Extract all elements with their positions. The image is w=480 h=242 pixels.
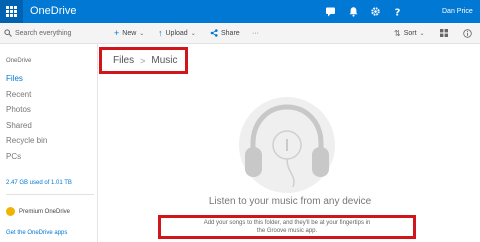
chat-icon[interactable]: [319, 0, 341, 23]
empty-state-message: Add your songs to this folder, and they'…: [158, 215, 416, 239]
empty-state-headline: Listen to your music from any device: [208, 196, 372, 207]
sort-button[interactable]: ⇅ Sort ⌄: [394, 26, 425, 40]
search-icon: [4, 29, 12, 37]
upload-button[interactable]: ↑ Upload ⌄: [158, 26, 196, 40]
more-button[interactable]: ···: [252, 26, 259, 40]
help-icon[interactable]: ?: [386, 0, 408, 23]
plus-icon: +: [114, 28, 120, 38]
app-title[interactable]: OneDrive: [30, 0, 76, 23]
sidebar-item-shared[interactable]: Shared: [0, 119, 97, 133]
sidebar-section-title: OneDrive: [6, 58, 32, 64]
view-toggle-button[interactable]: [440, 26, 448, 40]
get-apps-link[interactable]: Get the OneDrive apps: [6, 230, 67, 236]
premium-label: Premium OneDrive: [19, 208, 71, 215]
search-placeholder: Search everything: [15, 29, 72, 37]
breadcrumb: Files > Music: [99, 47, 188, 74]
breadcrumb-files[interactable]: Files: [113, 55, 134, 66]
info-icon: [463, 28, 472, 38]
share-icon: [210, 29, 218, 37]
svg-text:?: ?: [394, 7, 400, 17]
chevron-down-icon: ⌄: [419, 30, 425, 37]
sidebar-item-photos[interactable]: Photos: [0, 103, 97, 117]
gear-icon[interactable]: [364, 0, 386, 23]
command-bar: Search everything + New ⌄ ↑ Upload ⌄ Sha…: [0, 23, 480, 44]
bell-icon[interactable]: [342, 0, 364, 23]
chevron-down-icon: ⌄: [190, 30, 196, 37]
app-launcher-icon[interactable]: [0, 0, 23, 23]
sort-label: Sort: [403, 29, 417, 37]
breadcrumb-music: Music: [151, 55, 178, 66]
grid-view-icon: [440, 29, 448, 37]
upload-icon: ↑: [158, 28, 163, 38]
user-name[interactable]: Dan Price: [442, 0, 473, 23]
headphones-illustration: [239, 97, 335, 193]
top-bar: OneDrive ? Dan Price: [0, 0, 480, 23]
premium-diamond-icon: [6, 207, 15, 216]
info-button[interactable]: [463, 26, 472, 40]
premium-onedrive-link[interactable]: Premium OneDrive: [6, 207, 70, 216]
sort-icon: ⇅: [394, 28, 401, 38]
sidebar-divider: [6, 194, 94, 195]
sidebar-item-recent[interactable]: Recent: [0, 88, 97, 102]
share-label: Share: [221, 29, 240, 37]
empty-state-line-2: the Groove music app.: [256, 228, 318, 234]
sidebar-item-recycle-bin[interactable]: Recycle bin: [0, 134, 97, 148]
sidebar: OneDrive Files Recent Photos Shared Recy…: [0, 44, 98, 242]
new-button[interactable]: + New ⌄: [114, 26, 144, 40]
search-box[interactable]: Search everything: [4, 26, 92, 40]
upload-label: Upload: [165, 29, 188, 37]
storage-usage-link[interactable]: 2.47 GB used of 1.01 TB: [6, 180, 72, 186]
chevron-down-icon: ⌄: [139, 30, 145, 37]
share-button[interactable]: Share: [210, 26, 240, 40]
breadcrumb-separator: >: [140, 55, 146, 66]
sidebar-item-files[interactable]: Files: [0, 72, 97, 86]
sidebar-item-pcs[interactable]: PCs: [0, 150, 97, 164]
empty-state-line-1: Add your songs to this folder, and they'…: [203, 220, 371, 226]
new-label: New: [122, 29, 137, 37]
